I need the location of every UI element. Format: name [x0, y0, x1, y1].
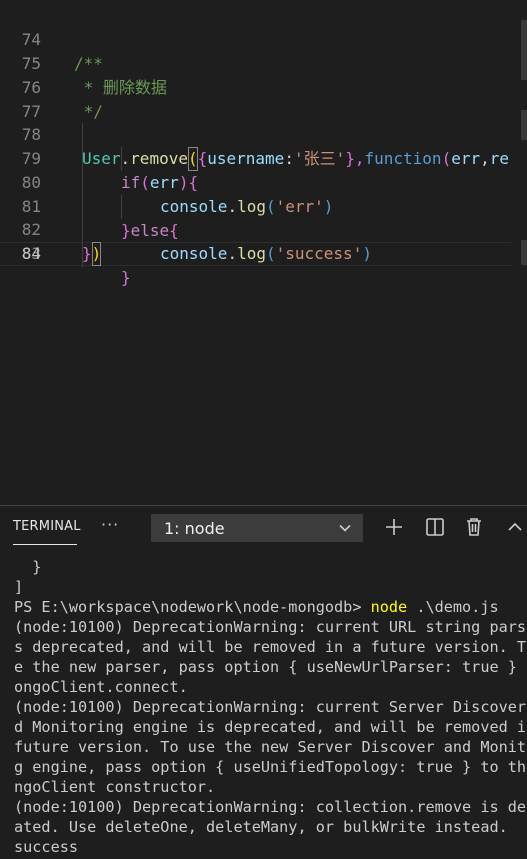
code-line[interactable]: 83 }: [0, 218, 527, 287]
split-terminal-icon[interactable]: [423, 515, 447, 539]
terminal-line: ]: [14, 578, 24, 596]
terminal-prompt-line: PS E:\workspace\nodework\node-mongodb> n…: [14, 597, 499, 617]
terminal-line: success: [14, 838, 79, 856]
tab-terminal[interactable]: TERMINAL: [13, 519, 81, 534]
code-line[interactable]: 74 /**: [0, 4, 527, 73]
terminal-line: e the new parser, pass option { useNewUr…: [14, 658, 527, 676]
brace: }: [82, 244, 92, 263]
trash-icon[interactable]: [462, 515, 486, 539]
code-content: }): [82, 242, 102, 266]
code-line[interactable]: 78 User.remove({username:'张三'},function(…: [0, 99, 527, 171]
active-tab-indicator: [13, 544, 77, 545]
terminal-line: }: [14, 558, 42, 576]
code-line[interactable]: 81 }else{: [0, 171, 527, 240]
code-line[interactable]: 80 console.log('err'): [0, 147, 527, 216]
terminal-output[interactable]: } ] PS E:\workspace\nodework\node-mongod…: [0, 550, 527, 859]
code-line[interactable]: 79 if(err){: [0, 123, 527, 192]
terminal-line: (node:10100) DeprecationWarning: collect…: [14, 798, 527, 816]
plus-icon[interactable]: [382, 515, 406, 539]
terminal-line: d Monitoring engine is deprecated, and w…: [14, 718, 527, 736]
terminal-prompt: PS E:\workspace\nodework\node-mongodb>: [14, 598, 371, 616]
line-number: 84: [21, 244, 41, 263]
terminal-line: future version. To use the new Server Di…: [14, 738, 527, 756]
code-editor[interactable]: 74 /** 75 * 删除数据 76 */ 77 78 User.remove…: [0, 0, 527, 505]
terminal-line: s deprecated, and will be removed in a f…: [14, 638, 527, 656]
bracket: ): [91, 242, 102, 266]
code-line[interactable]: 82 console.log('success'): [0, 194, 527, 263]
terminal-line: (node:10100) DeprecationWarning: current…: [14, 618, 527, 636]
code-line-current[interactable]: 84 }): [0, 242, 511, 266]
terminal-line: ated. Use deleteOne, deleteMany, or bulk…: [14, 818, 508, 836]
more-actions-icon[interactable]: ···: [101, 515, 119, 534]
chevron-up-icon[interactable]: [503, 515, 527, 539]
terminal-line: ngoClient constructor.: [14, 778, 216, 796]
terminal-select[interactable]: 1: node: [151, 514, 363, 542]
panel-header: TERMINAL ··· 1: node: [0, 506, 527, 550]
terminal-select-value: 1: node: [164, 519, 225, 538]
terminal-line: (node:10100) DeprecationWarning: current…: [14, 698, 527, 716]
scrollbar-marker[interactable]: [521, 240, 527, 265]
chevron-down-icon: [339, 524, 351, 532]
terminal-command-args: .\demo.js: [407, 598, 499, 616]
brace: }: [121, 268, 131, 287]
terminal-command: node: [370, 598, 408, 616]
code-line[interactable]: 76 */: [0, 52, 527, 121]
terminal-line: g engine, pass option { useUnifiedTopolo…: [14, 758, 527, 776]
code-line[interactable]: 75 * 删除数据: [0, 28, 527, 97]
code-line[interactable]: 77: [0, 76, 527, 121]
terminal-line: ongoClient.connect.: [14, 678, 188, 696]
code-content: }: [121, 266, 131, 290]
